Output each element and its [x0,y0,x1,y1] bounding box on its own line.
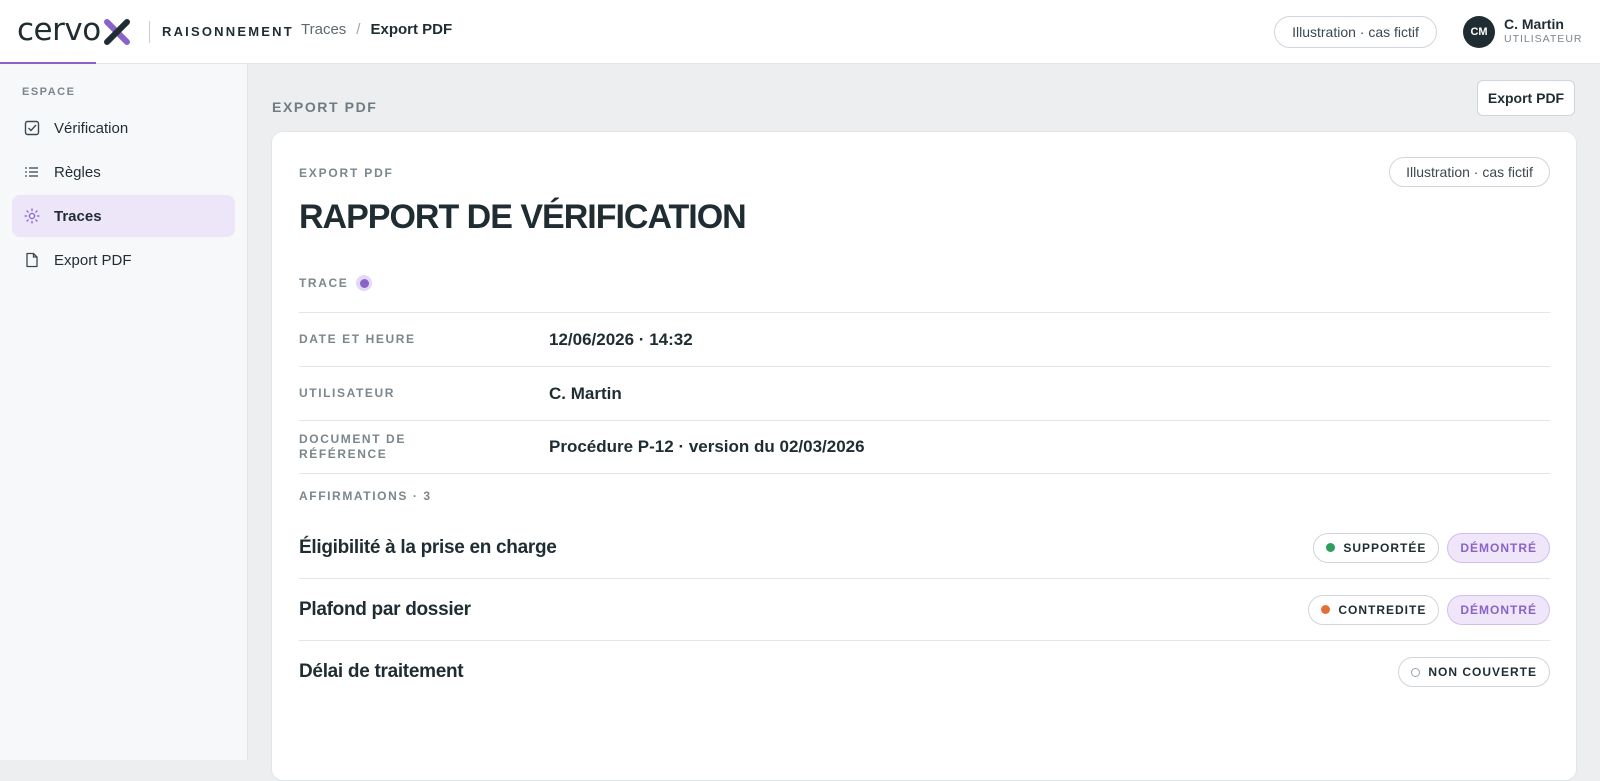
metadata-value: 12/06/2026 · 14:32 [549,329,693,349]
affirmations-list: Éligibilité à la prise en charge SUPPORT… [299,517,1550,703]
metadata-row: DATE ET HEURE 12/06/2026 · 14:32 [299,312,1550,366]
affirmations-label: AFFIRMATIONS · 3 [299,489,432,503]
sidebar-item-export-pdf[interactable]: Export PDF [12,239,235,281]
affirmation-badges: CONTREDITE DÉMONTRÉ [1308,594,1550,625]
metadata-key: DOCUMENT DE RÉFÉRENCE [299,432,406,461]
user-role: UTILISATEUR [1504,33,1583,45]
brand-x-icon [103,19,130,45]
status-dot-icon [1321,605,1331,614]
affirmation-badges: SUPPORTÉE DÉMONTRÉ [1313,532,1550,563]
sidebar-item-label: Règles [54,163,101,181]
status-badge: SUPPORTÉE [1313,532,1440,563]
brand-wordmark: cervo [17,12,101,48]
proof-badge: DÉMONTRÉ [1447,532,1550,563]
sidebar-section-title: ESPACE [22,86,76,98]
breadcrumb-traces[interactable]: Traces [301,21,346,38]
sun-icon [24,208,40,224]
status-text: CONTREDITE [1338,602,1427,617]
file-icon [24,252,40,268]
logo-divider [149,21,150,43]
sidebar-item-traces[interactable]: Traces [12,195,235,237]
status-badge: CONTREDITE [1308,594,1440,625]
sidebar: ESPACE Vérification Règles Traces Export… [0,64,248,760]
status-badge: NON COUVERTE [1398,657,1550,687]
user-name[interactable]: C. Martin [1504,16,1564,32]
avatar[interactable]: CM [1463,16,1495,48]
report-card: EXPORT PDF Illustration · cas fictif RAP… [271,131,1577,781]
check-square-icon [24,120,40,136]
trace-label: TRACE [299,276,349,290]
list-icon [24,164,40,180]
affirmation-title: Délai de traitement [299,661,464,682]
metadata-key: DATE ET HEURE [299,332,416,346]
trace-indicator: TRACE [299,275,373,291]
status-dot-icon [1411,667,1421,677]
brand-logo[interactable]: cervo [17,10,132,50]
affirmation-badges: NON COUVERTE [1398,657,1550,687]
trace-dot-icon [356,275,373,291]
metadata-row: DOCUMENT DE RÉFÉRENCE Procédure P-12 · v… [299,420,1550,474]
affirmation-title: Éligibilité à la prise en charge [299,536,557,558]
sidebar-item-label: Export PDF [54,251,132,269]
status-text: NON COUVERTE [1428,665,1537,679]
brand-subtitle: RAISONNEMENT [162,24,294,39]
card-label: EXPORT PDF [299,166,394,180]
sidebar-item-regles[interactable]: Règles [12,151,235,193]
metadata-table: DATE ET HEURE 12/06/2026 · 14:32 UTILISA… [299,312,1550,474]
list-item[interactable]: Plafond par dossier CONTREDITE DÉMONTRÉ [299,579,1550,641]
affirmation-title: Plafond par dossier [299,598,471,620]
sidebar-item-label: Traces [54,207,102,225]
breadcrumb-separator: / [356,21,361,38]
proof-badge: DÉMONTRÉ [1447,594,1550,625]
metadata-row: UTILISATEUR C. Martin [299,366,1550,420]
top-bar: cervo RAISONNEMENT Traces / Export PDF I… [0,0,1600,64]
sidebar-item-verification[interactable]: Vérification [12,107,235,149]
sidebar-item-label: Vérification [54,119,129,137]
page-title: EXPORT PDF [272,99,378,115]
breadcrumb-current: Export PDF [370,21,453,38]
fictitious-case-tag: Illustration · cas fictif [1274,16,1437,48]
list-item[interactable]: Délai de traitement NON COUVERTE [299,641,1550,703]
report-title: RAPPORT DE VÉRIFICATION [299,198,747,236]
metadata-key: UTILISATEUR [299,386,396,400]
fictitious-case-tag: Illustration · cas fictif [1389,157,1550,187]
status-text: SUPPORTÉE [1343,540,1427,555]
export-pdf-button[interactable]: Export PDF [1477,80,1575,116]
list-item[interactable]: Éligibilité à la prise en charge SUPPORT… [299,517,1550,579]
metadata-value: C. Martin [549,383,622,403]
breadcrumb: Traces / Export PDF [301,21,452,38]
metadata-value: Procédure P-12 · version du 02/03/2026 [549,437,865,456]
status-dot-icon [1326,543,1336,552]
